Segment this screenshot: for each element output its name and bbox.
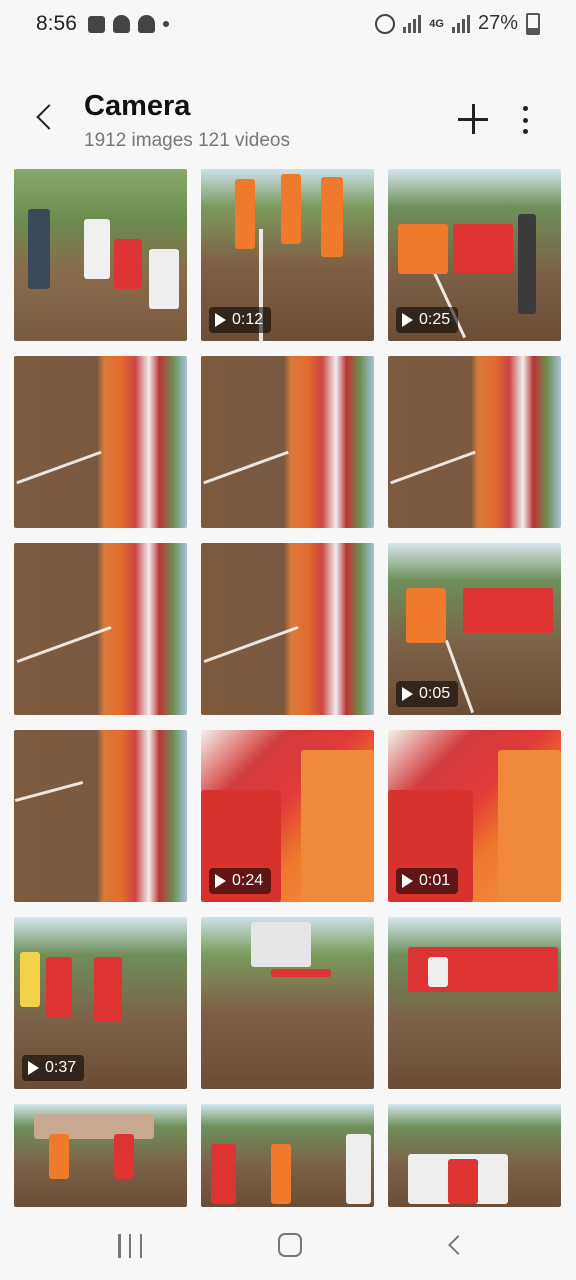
battery-percent: 27%	[477, 12, 518, 34]
more-vertical-icon[interactable]	[518, 106, 532, 134]
network-type: 4G	[429, 17, 444, 30]
album-header: Camera 1912 images 121 videos	[0, 70, 576, 165]
back-icon[interactable]	[446, 1236, 462, 1252]
media-thumbnail[interactable]	[201, 543, 374, 715]
play-icon	[402, 313, 413, 327]
video-duration-badge: 0:24	[209, 868, 272, 894]
video-duration: 0:37	[45, 1059, 77, 1076]
plus-icon[interactable]	[458, 104, 488, 134]
status-time: 8:56	[36, 12, 77, 35]
signal-icon	[451, 14, 470, 33]
system-icons: 4G 27%	[375, 12, 540, 35]
media-thumbnail[interactable]: 0:37	[14, 917, 187, 1089]
play-icon	[402, 874, 413, 888]
video-duration: 0:24	[232, 872, 264, 889]
gallery-notification-icon	[88, 15, 105, 33]
media-thumbnail[interactable]	[201, 356, 374, 528]
media-thumbnail[interactable]	[388, 917, 561, 1089]
notification-icons	[88, 15, 169, 33]
media-thumbnail[interactable]: 0:24	[201, 730, 374, 902]
alarm-icon	[375, 13, 396, 34]
media-thumbnail[interactable]	[14, 1104, 187, 1207]
play-icon	[402, 687, 413, 701]
media-thumbnail[interactable]	[201, 1104, 374, 1207]
media-thumbnail[interactable]	[201, 917, 374, 1089]
recent-apps-icon[interactable]	[118, 1234, 142, 1258]
play-icon	[215, 313, 226, 327]
battery-icon	[526, 12, 540, 35]
video-duration-badge: 0:25	[396, 307, 459, 333]
snapchat-icon	[113, 15, 130, 33]
media-thumbnail[interactable]	[14, 169, 187, 341]
snapchat-icon	[138, 15, 155, 33]
play-icon	[215, 874, 226, 888]
video-duration: 0:01	[419, 872, 451, 889]
media-thumbnail[interactable]	[388, 1104, 561, 1207]
video-duration: 0:05	[419, 685, 451, 702]
signal-icon	[403, 14, 422, 33]
media-thumbnail[interactable]: 0:01	[388, 730, 561, 902]
media-thumbnail[interactable]	[388, 356, 561, 528]
video-duration: 0:12	[232, 311, 264, 328]
album-title: Camera	[84, 90, 191, 122]
home-icon[interactable]	[278, 1233, 302, 1257]
media-thumbnail[interactable]	[14, 730, 187, 902]
video-duration: 0:25	[419, 311, 451, 328]
play-icon	[28, 1061, 39, 1075]
album-count: 1912 images 121 videos	[84, 130, 290, 151]
video-duration-badge: 0:01	[396, 868, 459, 894]
chevron-left-icon[interactable]	[30, 98, 58, 138]
video-duration-badge: 0:12	[209, 307, 272, 333]
more-notifications-icon	[163, 21, 169, 27]
media-thumbnail[interactable]	[14, 543, 187, 715]
media-thumbnail[interactable]: 0:12	[201, 169, 374, 341]
video-duration-badge: 0:37	[22, 1055, 85, 1081]
media-thumbnail[interactable]	[14, 356, 187, 528]
video-duration-badge: 0:05	[396, 681, 459, 707]
media-thumbnail[interactable]: 0:05	[388, 543, 561, 715]
media-thumbnail[interactable]: 0:25	[388, 169, 561, 341]
status-bar: 8:56 4G 27%	[0, 0, 576, 52]
system-navigation-bar	[0, 1212, 576, 1280]
